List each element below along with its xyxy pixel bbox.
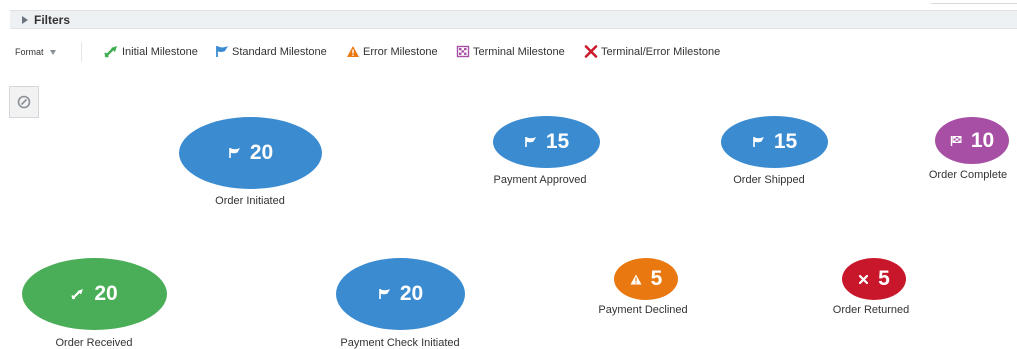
error-milestone-icon [630, 274, 642, 284]
milestone-bubble[interactable]: 5 [614, 258, 678, 300]
milestone-bubble[interactable]: 15 [721, 116, 828, 168]
legend-item-initial: Initial Milestone [104, 45, 198, 58]
milestone-count: 20 [399, 282, 424, 305]
initial-milestone-icon [104, 46, 117, 58]
milestone-label: Payment Declined [598, 304, 688, 316]
legend-item-terminal-error: Terminal/Error Milestone [584, 45, 720, 58]
top-divider [931, 3, 1017, 4]
legend-item-error: Error Milestone [346, 45, 438, 58]
milestone-count: 20 [94, 282, 118, 305]
milestone-bubble[interactable]: 20 [179, 117, 322, 189]
milestone-count: 15 [545, 130, 570, 153]
filters-toggle[interactable]: Filters [10, 10, 1017, 29]
milestone-count: 15 [773, 130, 798, 153]
terminal-milestone-icon [950, 135, 962, 146]
format-label: Format [15, 47, 44, 57]
terminal-error-milestone-icon [859, 274, 869, 284]
milestone-count: 5 [878, 267, 890, 290]
milestone-label: Order Received [55, 337, 133, 349]
standard-milestone-icon [229, 148, 240, 158]
legend-toolbar: Format Initial Milestone Standard Milest… [0, 42, 1017, 62]
legend-label-initial: Initial Milestone [122, 45, 198, 58]
legend-item-terminal: Terminal Milestone [456, 45, 565, 58]
milestone-bubble[interactable]: 5 [842, 258, 906, 300]
milestone-count: 5 [650, 267, 663, 290]
standard-milestone-icon [753, 137, 764, 147]
terminal-milestone-icon [456, 45, 470, 58]
navigate-button[interactable] [9, 86, 39, 118]
milestone-count: 20 [249, 141, 274, 164]
standard-milestone-icon [379, 289, 390, 299]
milestone-count: 10 [970, 128, 995, 152]
legend-item-standard: Standard Milestone [215, 45, 327, 58]
error-milestone-icon [347, 46, 359, 57]
milestone-bubble[interactable]: 15 [493, 116, 600, 168]
chevron-down-icon [49, 50, 56, 55]
milestone-bubble[interactable]: 20 [336, 258, 465, 330]
standard-milestone-icon [216, 46, 228, 57]
filters-label: Filters [34, 12, 71, 27]
legend-label-terminal-error: Terminal/Error Milestone [601, 45, 721, 58]
expand-triangle-icon [22, 15, 28, 24]
standard-milestone-icon [525, 137, 536, 147]
compass-icon [17, 95, 31, 109]
legend-label-terminal: Terminal Milestone [473, 45, 565, 58]
milestone-label: Order Initiated [215, 195, 285, 207]
milestone-label: Order Complete [928, 169, 1008, 181]
initial-milestone-icon [71, 289, 84, 300]
legend-label-error: Error Milestone [363, 45, 438, 58]
milestone-label: Payment Check Initiated [340, 337, 460, 349]
milestone-bubble[interactable]: 20 [22, 258, 167, 330]
milestone-label: Order Returned [832, 304, 910, 316]
milestone-bubble[interactable]: 10 [935, 117, 1009, 164]
toolbar-separator [81, 42, 82, 62]
terminal-error-milestone-icon [584, 45, 598, 58]
milestone-label: Order Shipped [733, 174, 805, 186]
legend-label-standard: Standard Milestone [232, 45, 327, 58]
milestone-label: Payment Approved [493, 174, 587, 186]
format-menu[interactable]: Format [15, 47, 56, 57]
